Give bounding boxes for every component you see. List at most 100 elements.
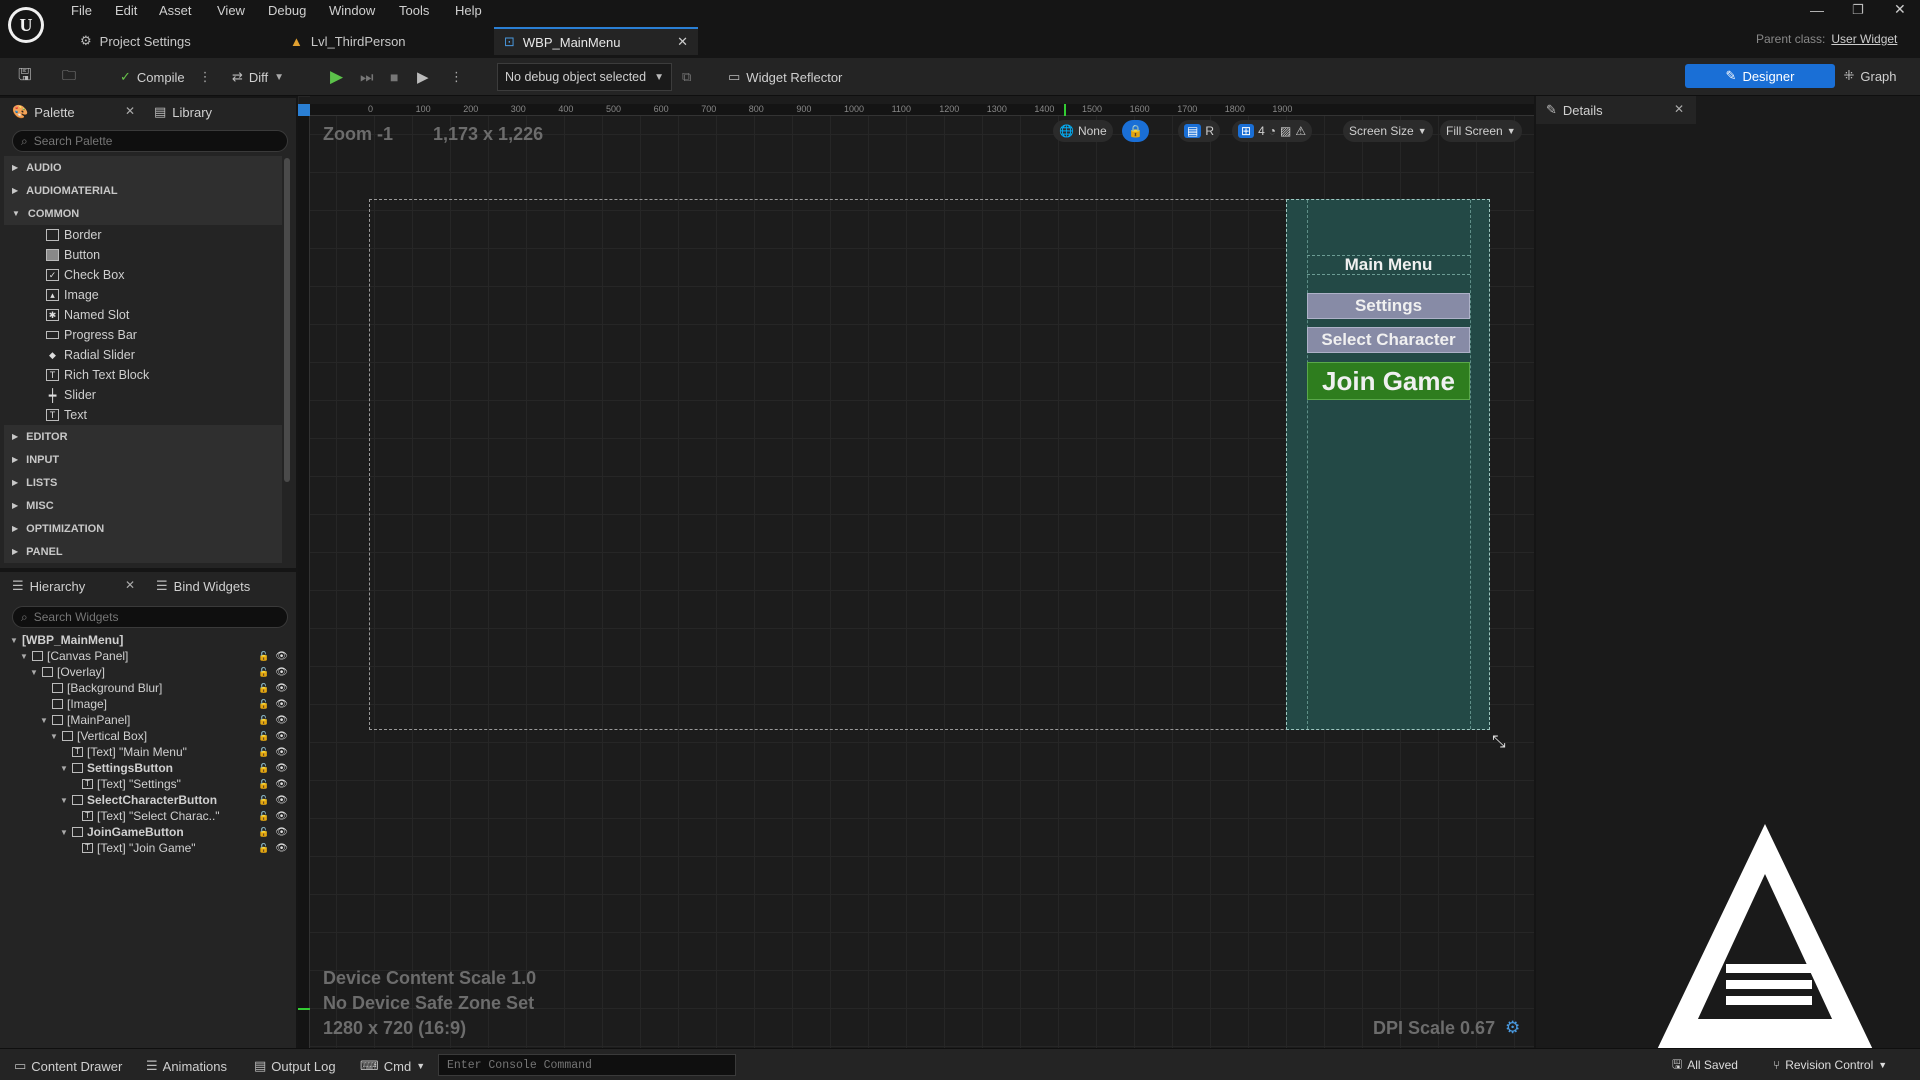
hierarchy-row[interactable]: [Background Blur] xyxy=(40,680,162,696)
visibility-eye-icon[interactable]: 👁 xyxy=(275,667,288,678)
visibility-eye-icon[interactable]: 👁 xyxy=(275,747,288,758)
screen-size-dropdown[interactable]: Screen Size ▼ xyxy=(1343,120,1433,142)
hierarchy-row[interactable]: ▼ [MainPanel] xyxy=(40,712,130,728)
compile-button[interactable]: ✓ Compile ⋮ xyxy=(120,64,212,90)
debug-filter-icon[interactable]: ⧉ xyxy=(682,64,691,90)
tab-wbp-mainmenu[interactable]: ⊡ WBP_MainMenu ✕ xyxy=(494,27,698,55)
category-editor[interactable]: ▶ EDITOR xyxy=(4,425,282,448)
visibility-eye-icon[interactable]: 👁 xyxy=(275,651,288,662)
visibility-eye-icon[interactable]: 👁 xyxy=(275,699,288,710)
localization-preview-button[interactable]: 🌐 None xyxy=(1053,120,1113,142)
palette-item-rich-text-block[interactable]: T Rich Text Block xyxy=(46,365,149,385)
stop-icon[interactable]: ■ xyxy=(390,64,398,90)
hierarchy-row[interactable]: T [Text] "Select Charac.." xyxy=(70,808,220,824)
unlock-icon[interactable]: 🔓 xyxy=(258,827,269,838)
category-input[interactable]: ▶ INPUT xyxy=(4,448,282,471)
step-icon[interactable]: ⏭ xyxy=(360,64,374,90)
tab-bind-widgets[interactable]: ☰ Bind Widgets xyxy=(156,572,250,600)
fill-screen-dropdown[interactable]: Fill Screen ▼ xyxy=(1440,120,1522,142)
close-hierarchy-icon[interactable]: ✕ xyxy=(125,578,135,592)
select-character-button[interactable]: Select Character xyxy=(1307,327,1470,353)
category-optimization[interactable]: ▶ OPTIMIZATION xyxy=(4,517,282,540)
palette-item-border[interactable]: Border xyxy=(46,225,102,245)
menu-window[interactable]: Window xyxy=(329,3,375,18)
palette-item-radial-slider[interactable]: ◆ Radial Slider xyxy=(46,345,135,365)
restore-icon[interactable]: ❐ xyxy=(1852,2,1864,18)
palette-item-slider[interactable]: ┿ Slider xyxy=(46,385,96,405)
category-audiomaterial[interactable]: ▶ AUDIOMATERIAL xyxy=(4,179,282,202)
unlock-icon[interactable]: 🔓 xyxy=(258,683,269,694)
tab-project-settings[interactable]: ⚙ Project Settings xyxy=(70,27,201,55)
minimize-icon[interactable]: — xyxy=(1810,2,1824,18)
tab-lvl-thirdperson[interactable]: ▲ Lvl_ThirdPerson xyxy=(280,27,416,55)
unreal-logo-icon[interactable]: U xyxy=(8,7,44,43)
parent-class-link[interactable]: User Widget xyxy=(1831,32,1897,46)
save-icon[interactable]: 🖫 xyxy=(18,64,32,90)
unlock-icon[interactable]: 🔓 xyxy=(258,843,269,854)
designer-canvas[interactable]: 0 100 200 300 400 500 600 700 800 900 1000 1100 1200… xyxy=(298,96,1534,1048)
unlock-icon[interactable]: 🔓 xyxy=(258,667,269,678)
category-audio[interactable]: ▶ AUDIO xyxy=(4,156,282,179)
tab-details[interactable]: ✎ Details xyxy=(1546,96,1603,124)
browse-icon[interactable]: 🗀 xyxy=(62,64,76,90)
palette-item-image[interactable]: ▴ Image xyxy=(46,285,99,305)
animations-button[interactable]: ☰ Animations xyxy=(146,1056,227,1076)
visibility-eye-icon[interactable]: 👁 xyxy=(275,827,288,838)
close-window-icon[interactable]: ✕ xyxy=(1894,1,1906,18)
widget-search-field[interactable] xyxy=(33,610,274,624)
unlock-icon[interactable]: 🔓 xyxy=(258,699,269,710)
category-panel[interactable]: ▶ PANEL xyxy=(4,540,282,563)
visibility-eye-icon[interactable]: 👁 xyxy=(275,811,288,822)
compile-options-icon[interactable]: ⋮ xyxy=(199,69,212,85)
main-menu-title[interactable]: Main Menu xyxy=(1307,255,1470,275)
output-log-button[interactable]: ▤ Output Log xyxy=(254,1056,336,1076)
category-common[interactable]: ▼ COMMON xyxy=(4,202,282,225)
unlock-icon[interactable]: 🔓 xyxy=(258,747,269,758)
debug-object-select[interactable]: No debug object selected ▼ xyxy=(497,63,672,91)
hierarchy-row[interactable]: T [Text] "Join Game" xyxy=(70,840,196,856)
settings-button[interactable]: Settings xyxy=(1307,293,1470,319)
menu-edit[interactable]: Edit xyxy=(115,3,137,18)
menu-asset[interactable]: Asset xyxy=(159,3,192,18)
palette-item-button[interactable]: Button xyxy=(46,245,100,265)
designer-mode-button[interactable]: ✎ Designer xyxy=(1685,64,1835,88)
hierarchy-row[interactable]: ▼ JoinGameButton xyxy=(60,824,184,840)
close-tab-icon[interactable]: ✕ xyxy=(677,34,688,50)
main-panel-widget[interactable]: Main Menu Settings Select Character Join… xyxy=(1286,199,1490,730)
palette-item-progress-bar[interactable]: Progress Bar xyxy=(46,325,137,345)
revision-control-button[interactable]: ⑂ Revision Control ▼ xyxy=(1773,1055,1887,1075)
hierarchy-row[interactable]: T [Text] "Settings" xyxy=(70,776,181,792)
resize-handle-icon[interactable]: ⤡ xyxy=(1492,732,1506,752)
visibility-eye-icon[interactable]: 👁 xyxy=(275,779,288,790)
palette-search-input[interactable]: ⌕ xyxy=(12,130,288,152)
menu-file[interactable]: File xyxy=(71,3,92,18)
unlock-icon[interactable]: 🔓 xyxy=(258,795,269,806)
unlock-icon[interactable]: 🔓 xyxy=(258,779,269,790)
hierarchy-row[interactable]: ▼ [WBP_MainMenu] xyxy=(10,632,123,648)
hierarchy-row[interactable]: ▼ [Canvas Panel] xyxy=(20,648,128,664)
content-drawer-button[interactable]: ▭ Content Drawer xyxy=(14,1056,122,1076)
all-saved-status[interactable]: 🖫 All Saved xyxy=(1672,1055,1738,1075)
palette-scrollbar[interactable] xyxy=(284,158,290,482)
palette-item-named-slot[interactable]: ✱ Named Slot xyxy=(46,305,129,325)
preview-toggle[interactable]: ▤ R xyxy=(1178,120,1221,142)
unlock-icon[interactable]: 🔓 xyxy=(258,651,269,662)
hierarchy-row[interactable]: [Image] xyxy=(40,696,107,712)
visibility-eye-icon[interactable]: 👁 xyxy=(275,715,288,726)
palette-item-text[interactable]: T Text xyxy=(46,405,87,425)
palette-item-check-box[interactable]: ✓ Check Box xyxy=(46,265,124,285)
unlock-icon[interactable]: 🔓 xyxy=(258,811,269,822)
grid-snap-button[interactable]: ⊞ 4 ◔ ▨ ⚠ xyxy=(1232,120,1313,142)
unlock-icon[interactable]: 🔓 xyxy=(258,731,269,742)
respect-locks-toggle[interactable]: 🔒 xyxy=(1122,120,1149,142)
close-details-icon[interactable]: ✕ xyxy=(1674,102,1684,116)
console-command-input[interactable] xyxy=(438,1054,736,1076)
hierarchy-row[interactable]: ▼ SettingsButton xyxy=(60,760,173,776)
hierarchy-row[interactable]: ▼ [Vertical Box] xyxy=(50,728,147,744)
category-misc[interactable]: ▶ MISC xyxy=(4,494,282,517)
tab-hierarchy[interactable]: ☰ Hierarchy xyxy=(12,572,85,600)
widget-search-input[interactable]: ⌕ xyxy=(12,606,288,628)
vertical-box-widget[interactable] xyxy=(1307,200,1471,729)
console-command-field[interactable] xyxy=(447,1058,727,1072)
diff-button[interactable]: ⇄ Diff ▼ xyxy=(232,64,284,90)
